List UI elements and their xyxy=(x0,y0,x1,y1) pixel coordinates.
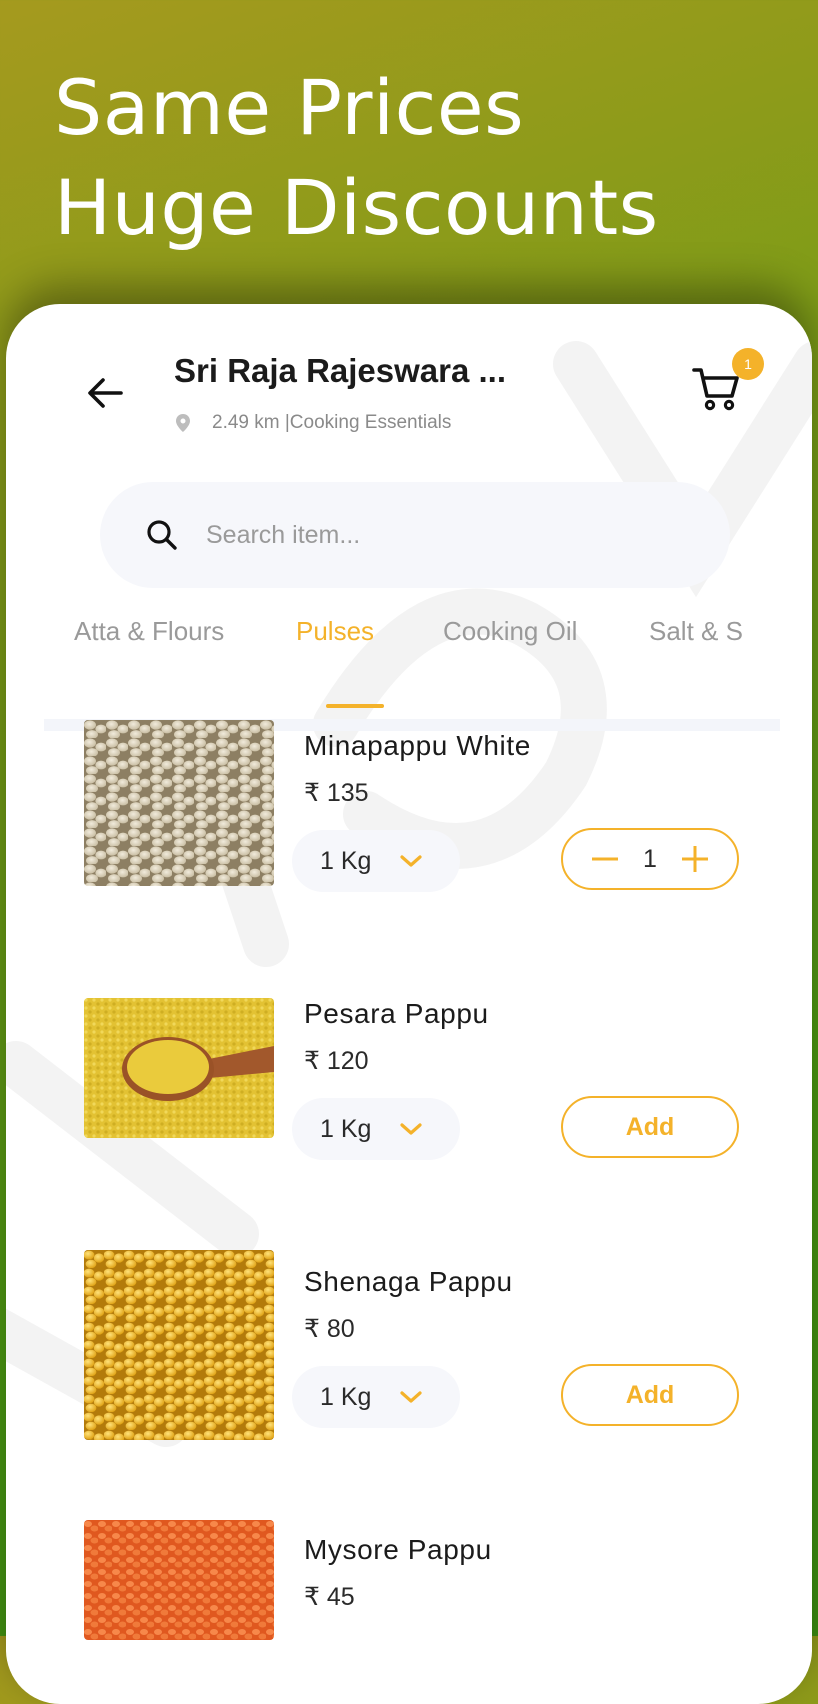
store-distance-category: 2.49 km |Cooking Essentials xyxy=(212,412,452,433)
size-dropdown[interactable]: 1 Kg xyxy=(292,830,460,892)
tab-salt[interactable]: Salt & S xyxy=(649,616,743,647)
back-button[interactable] xyxy=(80,368,130,418)
location-pin-icon xyxy=(176,414,190,432)
product-card: Mysore Pappu ₹ 45 xyxy=(6,1520,812,1704)
chevron-down-icon xyxy=(399,1122,423,1136)
product-name: Minapappu White xyxy=(304,730,531,761)
increase-quantity-button[interactable] xyxy=(681,845,709,873)
product-card: Minapappu White ₹ 135 1 Kg 1 xyxy=(6,720,812,950)
headline-line-1: Same Prices xyxy=(54,63,525,152)
store-meta: 2.49 km |Cooking Essentials xyxy=(176,412,451,434)
tab-cooking-oil[interactable]: Cooking Oil xyxy=(443,616,577,647)
search-bar[interactable] xyxy=(100,482,730,588)
app-screen: Sri Raja Rajeswara ... 2.49 km |Cooking … xyxy=(6,304,812,1704)
plus-icon xyxy=(682,846,708,872)
minus-icon xyxy=(592,857,618,861)
product-price: ₹ 120 xyxy=(304,1047,369,1075)
size-value: 1 Kg xyxy=(320,846,372,875)
add-to-cart-button[interactable]: Add xyxy=(561,1364,739,1426)
search-icon xyxy=(144,517,180,553)
product-price: ₹ 45 xyxy=(304,1583,355,1611)
category-tabs: Atta & Flours Pulses Cooking Oil Salt & … xyxy=(6,610,812,710)
arrow-left-icon xyxy=(88,378,123,408)
product-image-urad-dal[interactable] xyxy=(84,720,274,886)
quantity-stepper: 1 xyxy=(561,828,739,890)
active-tab-indicator xyxy=(326,704,384,708)
quantity-value: 1 xyxy=(643,844,657,873)
size-value: 1 Kg xyxy=(320,1114,372,1143)
tab-pulses[interactable]: Pulses xyxy=(296,616,374,647)
product-image-chana-dal[interactable] xyxy=(84,1250,274,1440)
product-name: Mysore Pappu xyxy=(304,1534,492,1565)
decrease-quantity-button[interactable] xyxy=(591,845,619,873)
cart-count-badge: 1 xyxy=(732,348,764,380)
product-image-masoor-dal[interactable] xyxy=(84,1520,274,1640)
product-name: Shenaga Pappu xyxy=(304,1266,513,1297)
size-value: 1 Kg xyxy=(320,1382,372,1411)
product-price: ₹ 80 xyxy=(304,1315,355,1343)
product-card: Pesara Pappu ₹ 120 1 Kg Add xyxy=(6,988,812,1218)
product-card: Shenaga Pappu ₹ 80 1 Kg Add xyxy=(6,1250,812,1486)
product-image-moong-dal[interactable] xyxy=(84,998,274,1138)
search-input[interactable] xyxy=(204,519,688,551)
product-name: Pesara Pappu xyxy=(304,998,489,1029)
product-price: ₹ 135 xyxy=(304,779,369,807)
size-dropdown[interactable]: 1 Kg xyxy=(292,1098,460,1160)
add-to-cart-button[interactable]: Add xyxy=(561,1096,739,1158)
headline-line-2: Huge Discounts xyxy=(54,163,659,252)
chevron-down-icon xyxy=(399,1390,423,1404)
cart-button[interactable]: 1 xyxy=(692,348,764,418)
headline: Same Prices Huge Discounts xyxy=(54,58,659,258)
store-name: Sri Raja Rajeswara ... xyxy=(174,352,507,389)
tab-atta-flours[interactable]: Atta & Flours xyxy=(74,616,224,647)
size-dropdown[interactable]: 1 Kg xyxy=(292,1366,460,1428)
chevron-down-icon xyxy=(399,854,423,868)
